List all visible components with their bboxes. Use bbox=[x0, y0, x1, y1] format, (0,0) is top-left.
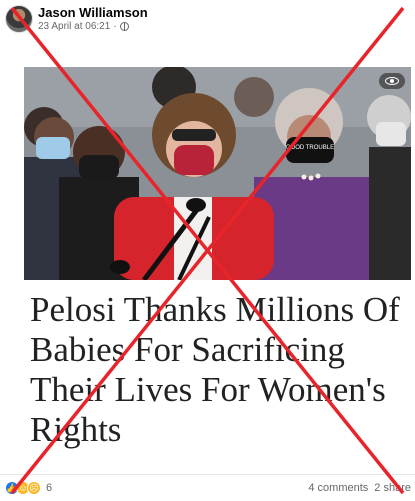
eye-icon bbox=[385, 77, 399, 85]
reaction-count: 6 bbox=[46, 482, 53, 494]
meta-separator: · bbox=[113, 21, 117, 32]
shares-count[interactable]: 2 share bbox=[374, 482, 411, 494]
headline-line: Their Lives For Women's bbox=[30, 370, 386, 409]
hide-image-button[interactable] bbox=[379, 73, 405, 89]
sad-reaction-icon: ☹ bbox=[27, 481, 41, 495]
avatar[interactable] bbox=[5, 5, 33, 33]
headline-line: Pelosi Thanks Millions Of bbox=[30, 290, 400, 329]
globe-icon bbox=[119, 22, 129, 31]
post-photo[interactable]: GOOD TROUBLE bbox=[24, 67, 411, 280]
engagement-counts: 4 comments 2 share bbox=[308, 482, 411, 494]
post-date[interactable]: 23 April at 06:21 bbox=[38, 21, 110, 32]
mask-text: GOOD TROUBLE bbox=[286, 145, 334, 151]
facebook-post: Jason Williamson 23 April at 06:21 · GOO… bbox=[0, 0, 415, 501]
headline-line: Babies For Sacrificing bbox=[30, 330, 345, 369]
headline: Pelosi Thanks Millions Of Babies For Sac… bbox=[30, 290, 400, 450]
post-header: Jason Williamson 23 April at 06:21 · bbox=[0, 0, 415, 40]
comments-count[interactable]: 4 comments bbox=[308, 482, 368, 494]
author-name[interactable]: Jason Williamson bbox=[38, 5, 148, 20]
post-meta: 23 April at 06:21 · bbox=[38, 21, 129, 32]
post-footer: 👍 ☺ ☹ 6 4 comments 2 share bbox=[0, 474, 415, 501]
photo-illustration: GOOD TROUBLE bbox=[24, 67, 411, 280]
headline-line: Rights bbox=[30, 410, 122, 449]
reactions-summary[interactable]: 👍 ☺ ☹ 6 bbox=[5, 481, 52, 495]
